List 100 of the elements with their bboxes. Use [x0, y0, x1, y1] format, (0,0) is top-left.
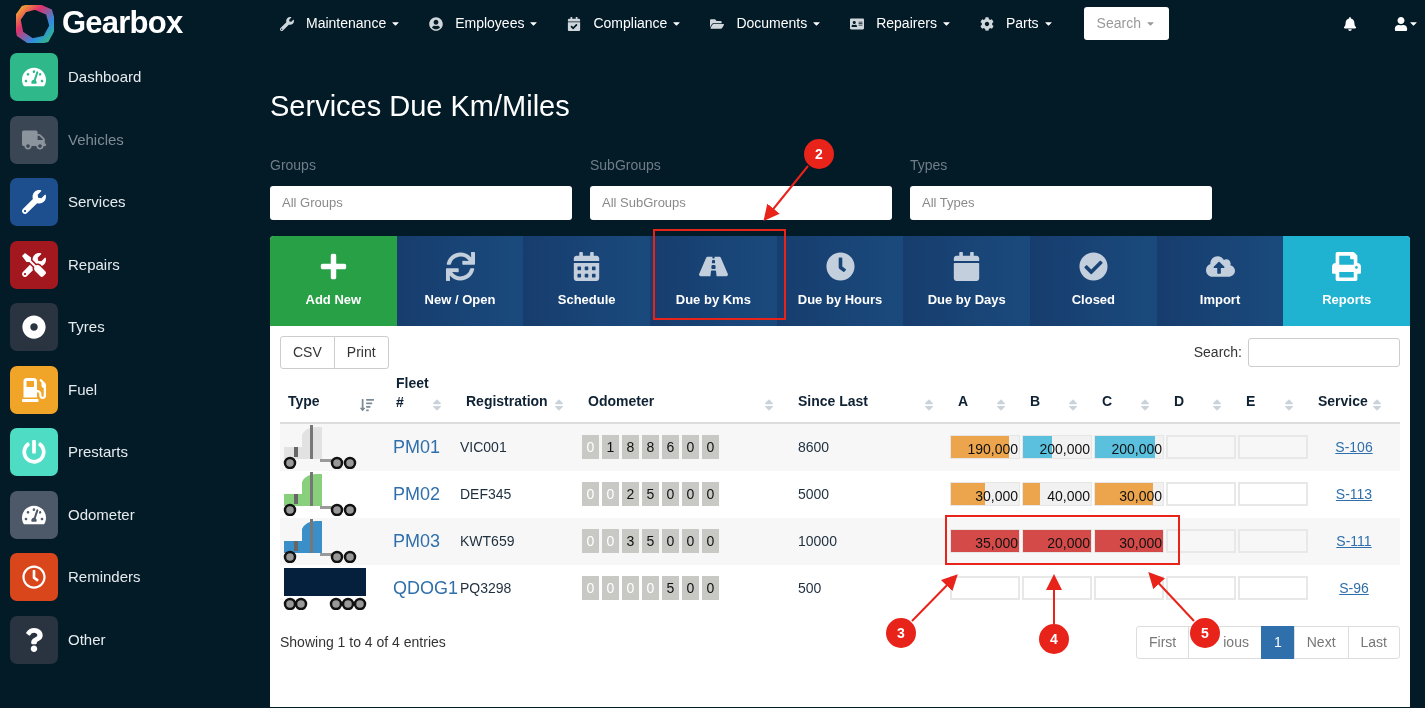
- odometer-digit: 0: [682, 482, 699, 506]
- printer-icon: [1332, 251, 1362, 281]
- column-header: B: [1030, 391, 1041, 411]
- toolbar-button[interactable]: Closed: [1030, 235, 1157, 326]
- fleet-link[interactable]: PM01: [393, 436, 441, 457]
- user-menu[interactable]: [1394, 16, 1419, 31]
- truck-icon: [22, 127, 46, 152]
- column-header: Fleet #: [396, 373, 430, 412]
- sort-icon[interactable]: [922, 397, 936, 412]
- fleet-link[interactable]: PM02: [393, 483, 441, 504]
- odometer-digit: 0: [642, 576, 659, 600]
- column-header: C: [1102, 391, 1113, 411]
- interval-value: 40,000: [1047, 487, 1090, 506]
- sidebar-item[interactable]: Prestarts: [10, 426, 270, 479]
- interval-value: 30,000: [1119, 534, 1162, 553]
- registration-text: KWT659: [460, 533, 515, 549]
- search-field[interactable]: [1248, 337, 1400, 367]
- odometer-digit: 6: [662, 435, 679, 459]
- sort-icon[interactable]: [1210, 397, 1224, 412]
- filter-field[interactable]: All SubGroups: [590, 185, 892, 220]
- nav-menu[interactable]: Repairers: [850, 13, 952, 34]
- sidebar-item[interactable]: Tyres: [10, 301, 270, 354]
- interval-value: 35,000: [975, 534, 1018, 553]
- toolbar-button[interactable]: Schedule: [523, 235, 650, 326]
- sidebar-item[interactable]: Services: [10, 176, 270, 229]
- sort-icon[interactable]: [552, 397, 566, 412]
- toolbar-button[interactable]: Due by Days: [903, 235, 1031, 326]
- plus-icon: [318, 251, 348, 281]
- sort-icon[interactable]: [1066, 397, 1080, 412]
- toolbar-button[interactable]: Import: [1156, 235, 1284, 326]
- service-link[interactable]: S-96: [1339, 577, 1369, 599]
- odometer-digit: 0: [622, 576, 639, 600]
- sort-icon[interactable]: [1282, 397, 1296, 412]
- sort-icon[interactable]: [430, 397, 444, 412]
- nav-menu[interactable]: Employees: [429, 13, 540, 34]
- service-link[interactable]: S-113: [1335, 483, 1373, 505]
- table-info: Showing 1 to 4 of 4 entries: [280, 632, 446, 652]
- since-last-text: 8600: [798, 439, 830, 455]
- power-icon: [22, 440, 46, 465]
- sort-icon[interactable]: [994, 397, 1008, 412]
- interval-value: 20,000: [1047, 534, 1090, 553]
- calendar-icon: [572, 251, 602, 281]
- sidebar-item[interactable]: Odometer: [10, 488, 270, 541]
- column-header: Since Last: [798, 391, 869, 411]
- nav-menu[interactable]: Parts: [979, 13, 1054, 34]
- annotation-arrow: [1148, 572, 1195, 622]
- bell-icon[interactable]: [1343, 16, 1357, 31]
- column-header: E: [1246, 391, 1256, 411]
- sidebar-item[interactable]: Reminders: [10, 551, 270, 604]
- filter-field[interactable]: All Types: [910, 185, 1212, 220]
- odometer-digit: 0: [602, 529, 619, 553]
- annotation-arrow: [911, 574, 958, 622]
- sidebar-item[interactable]: Dashboard: [10, 51, 270, 104]
- sort-icon[interactable]: [762, 397, 776, 412]
- nav-menu[interactable]: Documents: [710, 13, 823, 34]
- sidebar-item[interactable]: Other: [10, 613, 270, 666]
- since-last-text: 5000: [798, 486, 830, 502]
- wrench-icon: [280, 16, 294, 31]
- annotation-arrow: [1046, 574, 1062, 625]
- odometer-digit: 0: [602, 482, 619, 506]
- column-header: D: [1174, 391, 1185, 411]
- logo-icon: [16, 4, 54, 43]
- sort-icon[interactable]: [1138, 397, 1152, 412]
- folder-icon: [710, 16, 725, 31]
- page-button[interactable]: Next: [1293, 625, 1349, 659]
- fleet-link[interactable]: PM03: [393, 530, 441, 551]
- odometer-digit: 0: [702, 435, 719, 459]
- odometer-digit: 8: [622, 435, 639, 459]
- sidebar-item[interactable]: Fuel: [10, 363, 270, 416]
- page-button[interactable]: Last: [1347, 625, 1400, 659]
- service-link[interactable]: S-111: [1336, 530, 1372, 552]
- odometer-digit: 0: [602, 576, 619, 600]
- export-button[interactable]: Print: [333, 335, 389, 369]
- filter-field[interactable]: All Groups: [270, 185, 572, 220]
- odometer-digit: 2: [622, 482, 639, 506]
- odometer-digit: 1: [602, 435, 619, 459]
- fleet-link[interactable]: QDOG1: [393, 577, 458, 598]
- clock-icon: [825, 251, 855, 281]
- odometer-digit: 0: [582, 435, 599, 459]
- toolbar-button[interactable]: New / Open: [396, 235, 524, 326]
- odometer-digit: 3: [622, 529, 639, 553]
- nav-menu[interactable]: Maintenance: [280, 13, 402, 34]
- odometer-digit: 0: [662, 529, 679, 553]
- annotation-arrow: [763, 165, 809, 222]
- odometer-digit: 0: [662, 482, 679, 506]
- column-header: Service: [1318, 391, 1368, 411]
- page-button[interactable]: 1: [1260, 625, 1295, 659]
- page-button[interactable]: First: [1136, 625, 1190, 659]
- toolbar-button[interactable]: Due by Hours: [776, 235, 904, 326]
- service-link[interactable]: S-106: [1335, 436, 1373, 458]
- odometer-digit: 0: [702, 482, 719, 506]
- sidebar-item[interactable]: Repairs: [10, 238, 270, 291]
- sort-icon[interactable]: [1370, 397, 1384, 412]
- odometer-digit: 0: [582, 576, 599, 600]
- nav-menu[interactable]: Compliance: [567, 13, 683, 34]
- toolbar-button[interactable]: Due by Kms: [650, 235, 777, 326]
- export-button[interactable]: CSV: [280, 335, 335, 369]
- settings-icon: [979, 16, 994, 31]
- sort-icon[interactable]: [360, 397, 374, 412]
- tyre-icon: [22, 315, 46, 340]
